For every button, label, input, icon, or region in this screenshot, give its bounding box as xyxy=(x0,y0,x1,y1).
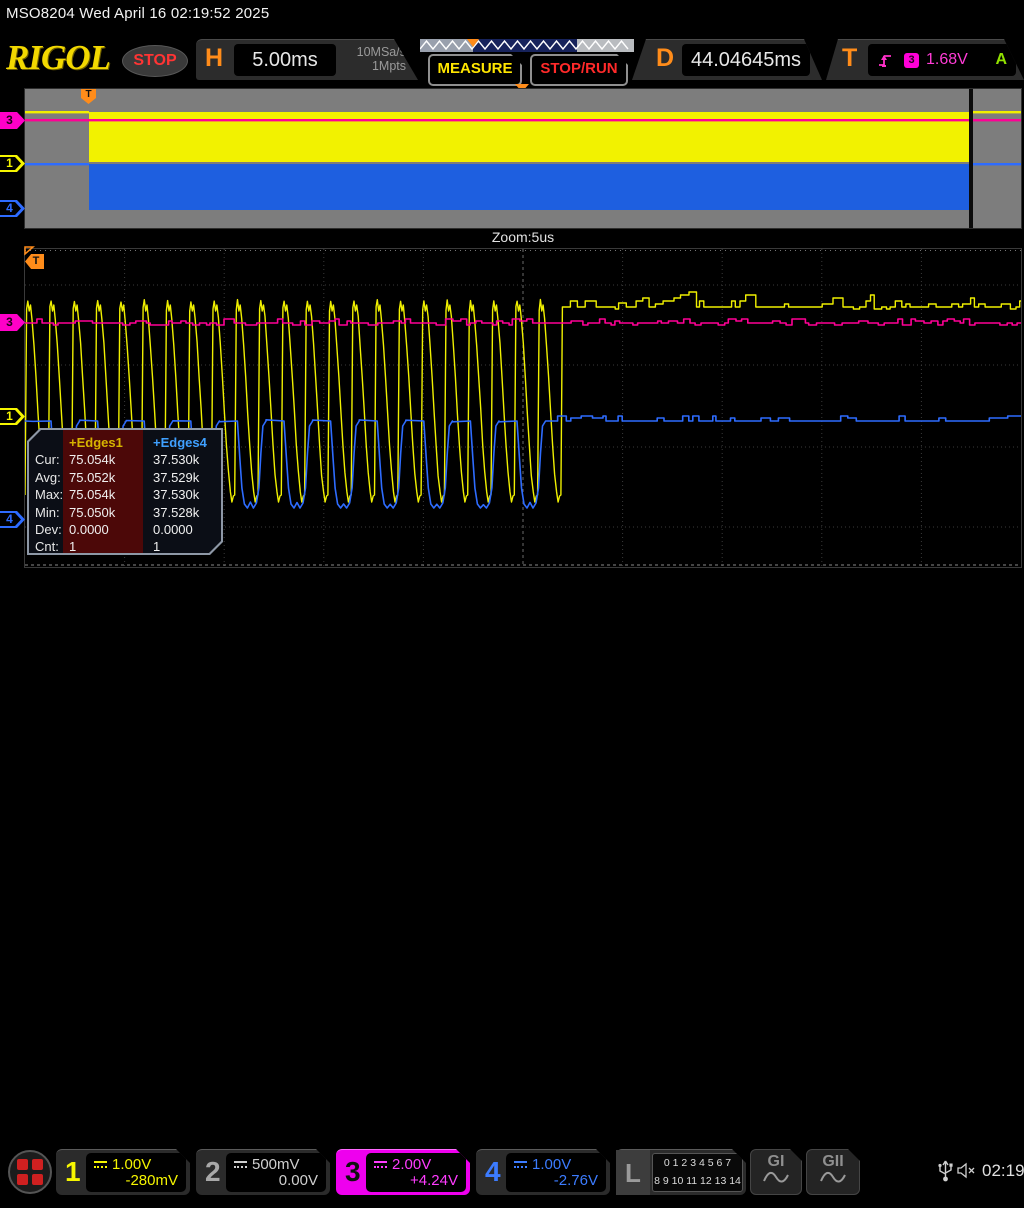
overview-ch1-marker[interactable]: 1 xyxy=(0,155,25,172)
measurement-header-row: +Edges1 +Edges4 xyxy=(35,434,219,451)
channel-2-number: 2 xyxy=(205,1156,221,1188)
overview-ch3-marker[interactable]: 3 xyxy=(0,112,25,129)
delay-value: 44.04645ms xyxy=(682,44,810,76)
overview-waveforms xyxy=(25,89,1021,228)
zoom-scale-label: Zoom:5us xyxy=(24,229,1022,245)
measurement-row: Dev:0.00000.0000 xyxy=(35,521,219,538)
channel-3-scale: 2.00V xyxy=(392,1156,431,1173)
dc-coupling-icon xyxy=(94,1160,107,1169)
channel-1-scale: 1.00V xyxy=(112,1156,151,1173)
usb-icon xyxy=(938,1159,953,1183)
zoom-ch3-marker[interactable]: 3 xyxy=(0,314,25,331)
channel-1-number: 1 xyxy=(65,1156,81,1188)
channel-3-number: 3 xyxy=(345,1156,361,1188)
trigger-info-box: 3 1.68V A xyxy=(868,44,1016,76)
measure-menu-button[interactable]: MEASURE xyxy=(428,54,522,86)
trigger-source-badge: 3 xyxy=(904,53,919,68)
status-bar: 1 1.00V -280mV 2 500mV 0.00V 3 2.00V +4.… xyxy=(0,572,1024,630)
clock: 02:19 xyxy=(982,1161,1024,1181)
d-label: D xyxy=(656,44,674,73)
measurement-col1-title: +Edges1 xyxy=(67,434,153,451)
measurement-row: Min:75.050k37.528k xyxy=(35,504,219,521)
sine-wave-icon xyxy=(820,1171,846,1184)
trigger-sweep-mode: A xyxy=(995,51,1007,69)
t-label: T xyxy=(842,44,857,73)
dc-coupling-icon xyxy=(374,1160,387,1169)
timebase-value: 5.00ms xyxy=(234,44,336,76)
measurement-row: Max:75.054k37.530k xyxy=(35,486,219,503)
memory-depth: 1Mpts xyxy=(338,59,406,73)
measurement-col2-title: +Edges4 xyxy=(153,434,207,451)
sample-rate: 10MSa/s xyxy=(338,45,406,59)
trigger-level-value: 1.68V xyxy=(926,51,968,69)
zoom-ch1-marker[interactable]: 1 xyxy=(0,408,25,425)
channel-1-button[interactable]: 1 1.00V -280mV xyxy=(56,1149,190,1195)
model-and-datetime: MSO8204 Wed April 16 02:19:52 2025 xyxy=(6,5,269,22)
channel-4-number: 4 xyxy=(485,1156,501,1188)
delay-position-button[interactable]: D 44.04645ms xyxy=(632,39,822,80)
logic-channels-row1: 0 1 2 3 4 5 6 7 xyxy=(653,1154,742,1172)
sine-wave-icon xyxy=(763,1171,789,1184)
channel-4-offset: -2.76V xyxy=(554,1172,598,1189)
channel-2-button[interactable]: 2 500mV 0.00V xyxy=(196,1149,330,1195)
trigger-settings-button[interactable]: T 3 1.68V A xyxy=(826,39,1024,80)
rising-edge-trigger-icon xyxy=(877,52,894,69)
channel-2-offset: 0.00V xyxy=(279,1172,318,1189)
generator-1-button[interactable]: GI xyxy=(750,1149,802,1195)
measurement-row: Cnt:11 xyxy=(35,538,219,555)
logic-channels-row2: 8 9 10 11 12 13 14 15 xyxy=(653,1172,742,1208)
channel-1-offset: -280mV xyxy=(125,1172,178,1189)
rigol-logo: RIGOL xyxy=(6,38,110,78)
record-position-indicator[interactable] xyxy=(420,38,634,53)
dc-coupling-icon xyxy=(514,1160,527,1169)
stop-run-menu-button[interactable]: STOP/RUN xyxy=(530,54,628,86)
overview-ch4-marker[interactable]: 4 xyxy=(0,200,25,217)
h-label: H xyxy=(205,44,223,73)
acquisition-state-badge[interactable]: STOP xyxy=(122,45,188,77)
measurement-results-panel: +Edges1 +Edges4 Cur:75.054k37.530kAvg:75… xyxy=(27,428,223,555)
dc-coupling-icon xyxy=(234,1160,247,1169)
sample-rate-memdepth: 10MSa/s 1Mpts xyxy=(338,45,406,73)
channel-3-button-selected[interactable]: 3 2.00V +4.24V xyxy=(336,1149,470,1195)
channel-3-offset: +4.24V xyxy=(410,1172,458,1189)
channel-4-scale: 1.00V xyxy=(532,1156,571,1173)
measurement-row: Avg:75.052k37.529k xyxy=(35,469,219,486)
zoom-ch4-marker[interactable]: 4 xyxy=(0,511,25,528)
logic-label: L xyxy=(616,1150,650,1196)
title-bar: MSO8204 Wed April 16 02:19:52 2025 xyxy=(0,0,1024,30)
horizontal-timebase-button[interactable]: H 5.00ms 10MSa/s 1Mpts xyxy=(196,39,418,80)
measurement-row: Cur:75.054k37.530k xyxy=(35,451,219,468)
oscilloscope-screen: { "titlebar": {"text": "MSO8204 Wed Apri… xyxy=(0,0,1024,630)
channel-2-scale: 500mV xyxy=(252,1156,300,1173)
logic-analyzer-button[interactable]: L 0 1 2 3 4 5 6 7 8 9 10 11 12 13 14 15 xyxy=(616,1149,746,1195)
speaker-muted-icon[interactable] xyxy=(957,1162,978,1179)
waveform-overview-strip[interactable] xyxy=(24,88,1022,229)
main-menu-button[interactable] xyxy=(8,1150,52,1194)
channel-4-button[interactable]: 4 1.00V -2.76V xyxy=(476,1149,610,1195)
generator-2-button[interactable]: GII xyxy=(806,1149,860,1195)
